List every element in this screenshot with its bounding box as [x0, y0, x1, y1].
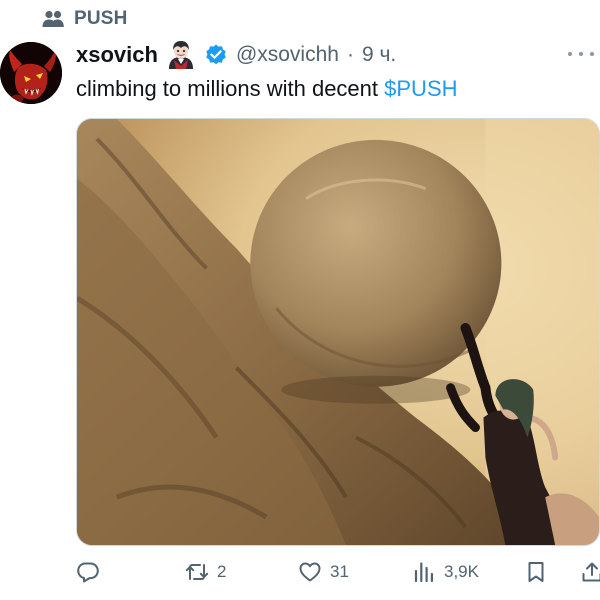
header-separator: ·	[346, 43, 354, 66]
author-handle[interactable]: @xsovichh	[236, 43, 339, 67]
cashtag-link[interactable]: $PUSH	[384, 76, 457, 101]
views-count: 3,9K	[444, 562, 479, 581]
tweet-header: xsovich @xsovichh · 9 ч.	[76, 38, 396, 72]
author-display-name[interactable]: xsovich	[76, 42, 158, 68]
more-dot	[568, 52, 572, 56]
retweet-count: 2	[217, 562, 227, 581]
views-chart-icon	[414, 562, 433, 583]
bookmark-button[interactable]	[524, 556, 548, 588]
tweet-media[interactable]	[76, 118, 600, 546]
like-button[interactable]: 31	[298, 556, 349, 588]
verified-badge-icon[interactable]	[204, 43, 228, 67]
retweet-icon	[185, 564, 209, 580]
vampire-emoji	[168, 41, 193, 69]
avatar-image	[0, 42, 62, 104]
share-icon	[582, 562, 600, 582]
more-dot	[579, 52, 583, 56]
avatar[interactable]	[0, 42, 62, 104]
heart-icon	[299, 562, 321, 582]
community-name: PUSH	[74, 8, 128, 29]
more-dot	[590, 52, 594, 56]
retweet-button[interactable]: 2	[185, 556, 226, 588]
views-button[interactable]: 3,9K	[412, 556, 479, 588]
community-icon	[42, 10, 64, 27]
tweet-text: climbing to millions with decent $PUSH	[76, 74, 458, 104]
tweet-text-body: climbing to millions with decent	[76, 76, 385, 101]
like-count: 31	[330, 562, 349, 581]
more-options-icon[interactable]	[568, 44, 594, 64]
bookmark-icon	[528, 562, 544, 582]
tweet-timestamp[interactable]: 9 ч.	[362, 43, 396, 67]
sisyphus-meme-image	[77, 119, 599, 545]
share-button[interactable]	[580, 556, 600, 588]
reply-icon	[77, 562, 99, 583]
community-header[interactable]: PUSH	[42, 6, 128, 32]
reply-button[interactable]	[76, 556, 100, 588]
tweet-action-bar: 2 31 3,9K	[76, 556, 600, 588]
